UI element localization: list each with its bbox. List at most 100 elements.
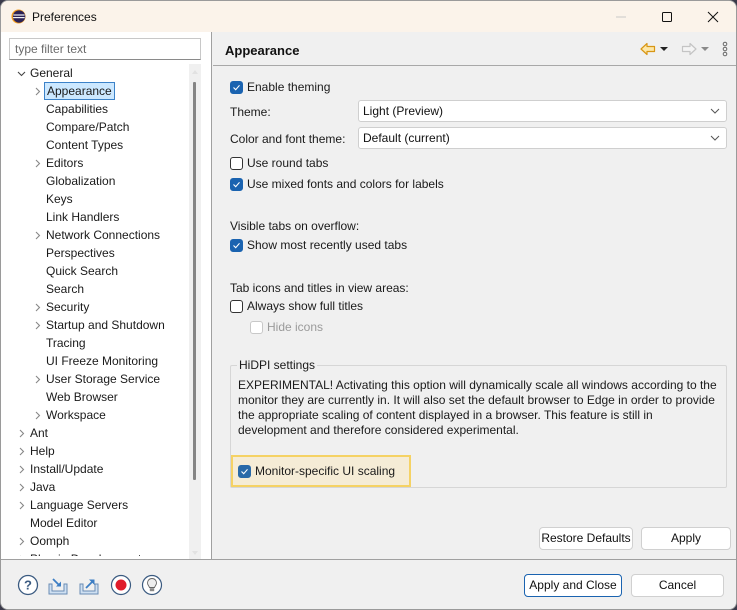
checkbox-checked[interactable] (230, 80, 243, 94)
tree-item-label: Ant (30, 426, 49, 440)
forward-dropdown-icon[interactable] (700, 44, 710, 54)
apply-and-close-button[interactable]: Apply and Close (524, 574, 622, 597)
tree-item[interactable]: Security (1, 298, 189, 316)
tree-item-label: Web Browser (46, 390, 118, 404)
maximize-button[interactable] (644, 1, 690, 32)
tree-item[interactable]: Tracing (1, 334, 189, 352)
chevron-right-icon[interactable] (15, 478, 27, 496)
back-arrow-icon[interactable] (640, 42, 656, 56)
tree-item[interactable]: Content Types (1, 136, 189, 154)
tree-item-label: Model Editor (30, 516, 98, 530)
tree-item[interactable]: UI Freeze Monitoring (1, 352, 189, 370)
chevron-right-icon[interactable] (31, 316, 43, 334)
tree-item[interactable]: Workspace (1, 406, 189, 424)
tree-item[interactable]: Help (1, 442, 189, 460)
cancel-button[interactable]: Cancel (631, 574, 724, 597)
tree-item[interactable]: Startup and Shutdown (1, 316, 189, 334)
back-dropdown-icon[interactable] (659, 44, 669, 54)
chevron-right-icon[interactable] (31, 226, 43, 244)
filter-input[interactable] (9, 38, 201, 60)
tree-scrollbar[interactable] (189, 64, 201, 561)
tree-item-label: Compare/Patch (46, 120, 130, 134)
checkbox-checked[interactable] (230, 177, 243, 191)
chevron-right-icon[interactable] (15, 442, 27, 460)
tree-item[interactable]: Model Editor (1, 514, 189, 532)
round-tabs-label: Use round tabs (247, 156, 329, 170)
forward-arrow-icon[interactable] (681, 42, 697, 56)
scroll-thumb[interactable] (193, 82, 196, 480)
enable-theming-label: Enable theming (247, 80, 331, 94)
chevron-right-icon[interactable] (31, 298, 43, 316)
eclipse-icon (11, 9, 26, 24)
tree-item[interactable]: Link Handlers (1, 208, 189, 226)
checkbox-unchecked[interactable] (230, 156, 243, 170)
checkbox-checked[interactable] (238, 464, 251, 478)
chevron-right-icon[interactable] (15, 532, 27, 550)
tip-icon[interactable] (141, 574, 163, 596)
tree-item[interactable]: Quick Search (1, 262, 189, 280)
tree-item-label: UI Freeze Monitoring (46, 354, 159, 368)
monitor-scaling-checkbox[interactable]: Monitor-specific UI scaling (238, 462, 395, 480)
minimize-button[interactable] (598, 1, 644, 32)
chevron-right-icon[interactable] (15, 550, 27, 556)
tree-item[interactable]: Install/Update (1, 460, 189, 478)
tree-item[interactable]: Ant (1, 424, 189, 442)
mru-tabs-checkbox[interactable]: Show most recently used tabs (230, 236, 407, 254)
tree-item[interactable]: Language Servers (1, 496, 189, 514)
tree-item[interactable]: Plug-in Development (1, 550, 189, 556)
chevron-right-icon[interactable] (15, 424, 27, 442)
hide-icons-label: Hide icons (267, 320, 324, 334)
checkbox-checked[interactable] (230, 238, 243, 252)
view-menu-icon[interactable] (722, 41, 728, 57)
tree-item-label: Network Connections (46, 228, 161, 242)
tree-item-label: Search (46, 282, 85, 296)
close-button[interactable] (690, 1, 736, 32)
scroll-down-icon[interactable] (191, 549, 199, 557)
record-icon[interactable] (110, 574, 132, 596)
tree-item-label: Security (46, 300, 90, 314)
restore-defaults-button[interactable]: Restore Defaults (539, 527, 633, 550)
tree-item-label: Help (30, 444, 55, 458)
tree-item[interactable]: Network Connections (1, 226, 189, 244)
tree-item[interactable]: Keys (1, 190, 189, 208)
color-font-theme-combo[interactable]: Default (current) (358, 127, 727, 149)
tree-item[interactable]: Web Browser (1, 388, 189, 406)
close-icon (707, 11, 719, 22)
tree-item[interactable]: Compare/Patch (1, 118, 189, 136)
preference-tree-pane: General Appearance Capabilities Compare/Pat… (1, 32, 212, 561)
tab-icons-heading: Tab icons and titles in view areas: (230, 281, 409, 295)
tree-item[interactable]: Appearance (1, 82, 189, 100)
tree-item[interactable]: Java (1, 478, 189, 496)
enable-theming-checkbox[interactable]: Enable theming (230, 78, 330, 96)
hidpi-description: EXPERIMENTAL! Activating this option wil… (238, 378, 717, 437)
chevron-right-icon[interactable] (31, 82, 43, 100)
tree-item[interactable]: Oomph (1, 532, 189, 550)
hidpi-group: HiDPI settings EXPERIMENTAL! Activating … (230, 358, 727, 488)
tree-item[interactable]: Perspectives (1, 244, 189, 262)
tree-item[interactable]: Capabilities (1, 100, 189, 118)
chevron-right-icon[interactable] (15, 496, 27, 514)
preferences-window: Preferences General Appearance Capabilitie… (0, 0, 737, 610)
chevron-right-icon[interactable] (31, 154, 43, 172)
full-titles-checkbox[interactable]: Always show full titles (230, 297, 363, 315)
apply-button[interactable]: Apply (641, 527, 731, 550)
export-icon[interactable] (78, 574, 100, 596)
tree-item[interactable]: Editors (1, 154, 189, 172)
chevron-down-icon[interactable] (15, 64, 27, 82)
tree-item[interactable]: Search (1, 280, 189, 298)
preference-tree: General Appearance Capabilities Compare/Pat… (1, 64, 189, 556)
scroll-up-icon[interactable] (191, 68, 199, 76)
import-icon[interactable] (47, 574, 69, 596)
theme-combo[interactable]: Light (Preview) (358, 100, 727, 122)
round-tabs-checkbox[interactable]: Use round tabs (230, 154, 328, 172)
tree-item[interactable]: General (1, 64, 189, 82)
tree-item-label: Capabilities (46, 102, 109, 116)
mixed-fonts-checkbox[interactable]: Use mixed fonts and colors for labels (230, 175, 444, 193)
help-icon[interactable]: ? (17, 574, 39, 596)
checkbox-unchecked[interactable] (230, 299, 243, 313)
chevron-right-icon[interactable] (15, 460, 27, 478)
chevron-right-icon[interactable] (31, 406, 43, 424)
chevron-right-icon[interactable] (31, 370, 43, 388)
tree-item[interactable]: Globalization (1, 172, 189, 190)
tree-item[interactable]: User Storage Service (1, 370, 189, 388)
